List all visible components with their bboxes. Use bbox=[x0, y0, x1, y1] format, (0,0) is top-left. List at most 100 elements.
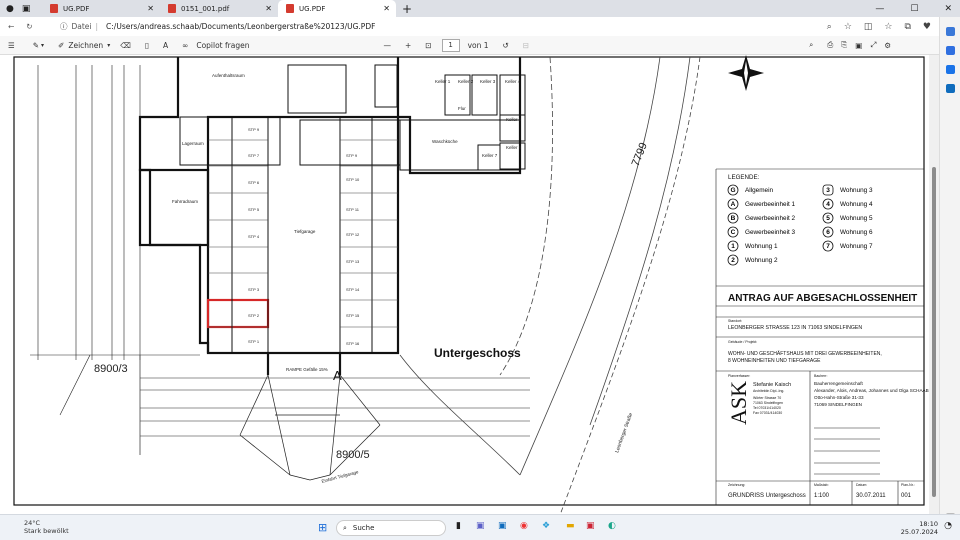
close-tab-icon[interactable]: ✕ bbox=[265, 4, 272, 13]
copilot-sidebar-icon[interactable] bbox=[945, 27, 955, 36]
weather-widget[interactable]: 24°C Stark bewölkt bbox=[10, 519, 69, 535]
rotate-icon[interactable]: ↺ bbox=[503, 41, 509, 50]
save-as-icon[interactable]: ▣ bbox=[855, 41, 862, 50]
legend-symbol-label: A bbox=[731, 201, 736, 208]
zoom-in-button[interactable]: + bbox=[405, 41, 411, 50]
legend-text: Gewerbeeinheit 1 bbox=[745, 201, 796, 208]
pdf-toolbar: ☰ ✎ ▾ ✐ Zeichnen ▾ ⌫ ▯ A ∞ Copilot frage… bbox=[0, 36, 960, 55]
close-tab-icon[interactable]: ✕ bbox=[147, 4, 154, 13]
copilot-label: Copilot fragen bbox=[196, 40, 250, 50]
notification-icon[interactable]: ◔ bbox=[944, 521, 952, 531]
close-tab-icon[interactable]: ✕ bbox=[383, 4, 390, 13]
stp-right-4: STP 13 bbox=[346, 259, 360, 264]
explorer-icon[interactable]: ▬ bbox=[566, 521, 575, 531]
architect-name: Stefanie Kaisch bbox=[753, 382, 791, 388]
clock[interactable]: 18:10 25.07.2024 bbox=[901, 520, 938, 536]
favorites-icon[interactable]: ☆ bbox=[884, 22, 892, 32]
pdf-file-icon bbox=[286, 4, 294, 13]
room-keller1: Keller 1 bbox=[435, 79, 451, 84]
outlook-icon[interactable]: ▣ bbox=[498, 521, 507, 531]
stp-right-2: STP 11 bbox=[346, 207, 360, 212]
col-planenr: Plan-Nr.: bbox=[901, 483, 915, 487]
pdf-viewer[interactable]: 8900/3 Aufenthaltsraum Lagerraum Fahrrad… bbox=[0, 55, 939, 516]
view-icon[interactable]: ▯ bbox=[145, 41, 149, 50]
room-waschkueche: Waschküche bbox=[432, 139, 458, 144]
minimize-icon[interactable]: — bbox=[875, 4, 884, 14]
search-sidebar-icon[interactable] bbox=[945, 46, 955, 55]
find-icon[interactable]: ⌕ bbox=[809, 40, 813, 50]
pdf-file-icon bbox=[168, 4, 176, 13]
search-icon: ⌕ bbox=[343, 523, 347, 532]
teams-icon[interactable]: ▣ bbox=[476, 521, 485, 531]
print-icon[interactable]: ⎙ bbox=[827, 40, 833, 50]
split-screen-icon[interactable]: ◫ bbox=[864, 22, 873, 32]
room-keller4: Keller 4 bbox=[505, 79, 521, 84]
architect-addr-1: Wörter Strasse 70 bbox=[753, 396, 781, 400]
chrome-icon[interactable]: ◉ bbox=[520, 521, 528, 531]
outlook-sidebar-icon[interactable] bbox=[945, 84, 955, 93]
tab-bar: ● ▣ UG.PDF ✕ 0151_001.pdf ✕ UG.PDF ✕ + —… bbox=[0, 0, 960, 17]
edge-icon[interactable]: ◐ bbox=[608, 521, 616, 531]
nav-buttons: ← ↻ bbox=[0, 22, 60, 31]
room-flur: Flur bbox=[458, 106, 466, 111]
tab-3-active[interactable]: UG.PDF ✕ bbox=[278, 0, 396, 17]
contents-icon[interactable]: ☰ bbox=[8, 41, 15, 50]
col-zeichnung: Zeichnung: bbox=[728, 483, 745, 487]
tab-2[interactable]: 0151_001.pdf ✕ bbox=[160, 0, 278, 17]
task-view-icon[interactable]: ▮ bbox=[456, 521, 461, 531]
fit-page-icon[interactable]: ⊡ bbox=[425, 41, 431, 50]
col-datum: Datum: bbox=[856, 483, 867, 487]
legend-text: Gewerbeeinheit 3 bbox=[745, 229, 796, 236]
stp-left-0: STP 9 bbox=[248, 127, 260, 132]
info-icon[interactable]: ⓘ bbox=[60, 21, 68, 32]
save-icon[interactable]: ⎘ bbox=[841, 40, 847, 50]
copilot-icon: ∞ bbox=[182, 40, 189, 50]
copilot-icon[interactable]: ❖ bbox=[542, 521, 550, 531]
architect-sub: Architektin Dipl.-Ing. bbox=[753, 389, 784, 393]
room-aufenthalt: Aufenthaltsraum bbox=[212, 73, 245, 78]
tab-actions-icon[interactable]: ▣ bbox=[22, 4, 31, 14]
scrollbar-thumb[interactable] bbox=[932, 167, 936, 497]
reload-icon[interactable]: ↻ bbox=[26, 22, 32, 31]
url-field[interactable]: C:/Users/andreas.schaab/Documents/Leonbe… bbox=[106, 22, 375, 31]
read-aloud-icon[interactable]: A bbox=[163, 41, 168, 50]
temperature: 24°C bbox=[24, 519, 41, 527]
back-icon[interactable]: ← bbox=[8, 22, 14, 31]
legend-symbol-label: 6 bbox=[826, 229, 830, 236]
tab-label: 0151_001.pdf bbox=[181, 4, 230, 13]
room-fahrrad: Fahrradraum bbox=[172, 199, 198, 204]
zoom-out-button[interactable]: — bbox=[383, 41, 391, 50]
maximize-icon[interactable]: ☐ bbox=[910, 4, 918, 14]
stp-left-4: STP 4 bbox=[248, 234, 260, 239]
bauherr-3: Otto-Hahn-Straße 31-33 bbox=[814, 395, 864, 400]
close-window-icon[interactable]: ✕ bbox=[944, 4, 952, 14]
highlight-icon[interactable]: ✎ bbox=[33, 41, 39, 50]
settings-icon[interactable]: ⚙ bbox=[884, 41, 891, 50]
page-number-input[interactable]: 1 bbox=[441, 38, 460, 52]
taskbar-search[interactable]: ⌕ Suche bbox=[336, 520, 446, 536]
eraser-icon[interactable]: ⌫ bbox=[120, 41, 131, 50]
collections-icon[interactable]: ⧉ bbox=[904, 22, 910, 32]
page-border bbox=[13, 56, 925, 506]
zeichnung-value: GRUNDRISS Untergeschoss bbox=[728, 493, 806, 499]
legend-symbol-label: 3 bbox=[826, 187, 830, 194]
zoom-icon[interactable]: ⌕ bbox=[827, 22, 832, 32]
vertical-scrollbar[interactable] bbox=[929, 55, 939, 514]
tab-1[interactable]: UG.PDF ✕ bbox=[42, 0, 160, 17]
legend-text: Gewerbeeinheit 2 bbox=[745, 215, 796, 222]
draw-button[interactable]: ✐ Zeichnen bbox=[58, 41, 103, 50]
games-sidebar-icon[interactable] bbox=[945, 65, 955, 74]
page-view-icon[interactable]: ⊟ bbox=[523, 41, 529, 50]
fullscreen-icon[interactable]: ⤢ bbox=[870, 40, 876, 50]
profile-icon[interactable]: ● bbox=[6, 4, 14, 14]
extensions-icon[interactable]: ♥ bbox=[923, 22, 931, 32]
stp-right-5: STP 14 bbox=[346, 287, 360, 292]
windows-start-icon[interactable]: ⊞ bbox=[318, 521, 327, 534]
stp-left-2: STP 6 bbox=[248, 180, 260, 185]
planverfasser-label: Planverfasser: bbox=[728, 374, 750, 378]
favorite-star-icon[interactable]: ☆ bbox=[844, 22, 852, 32]
new-tab-button[interactable]: + bbox=[402, 2, 412, 16]
legend-text: Wohnung 3 bbox=[840, 187, 873, 194]
app-icon[interactable]: ▣ bbox=[586, 521, 595, 531]
copilot-button[interactable]: ∞ Copilot fragen bbox=[182, 41, 249, 50]
